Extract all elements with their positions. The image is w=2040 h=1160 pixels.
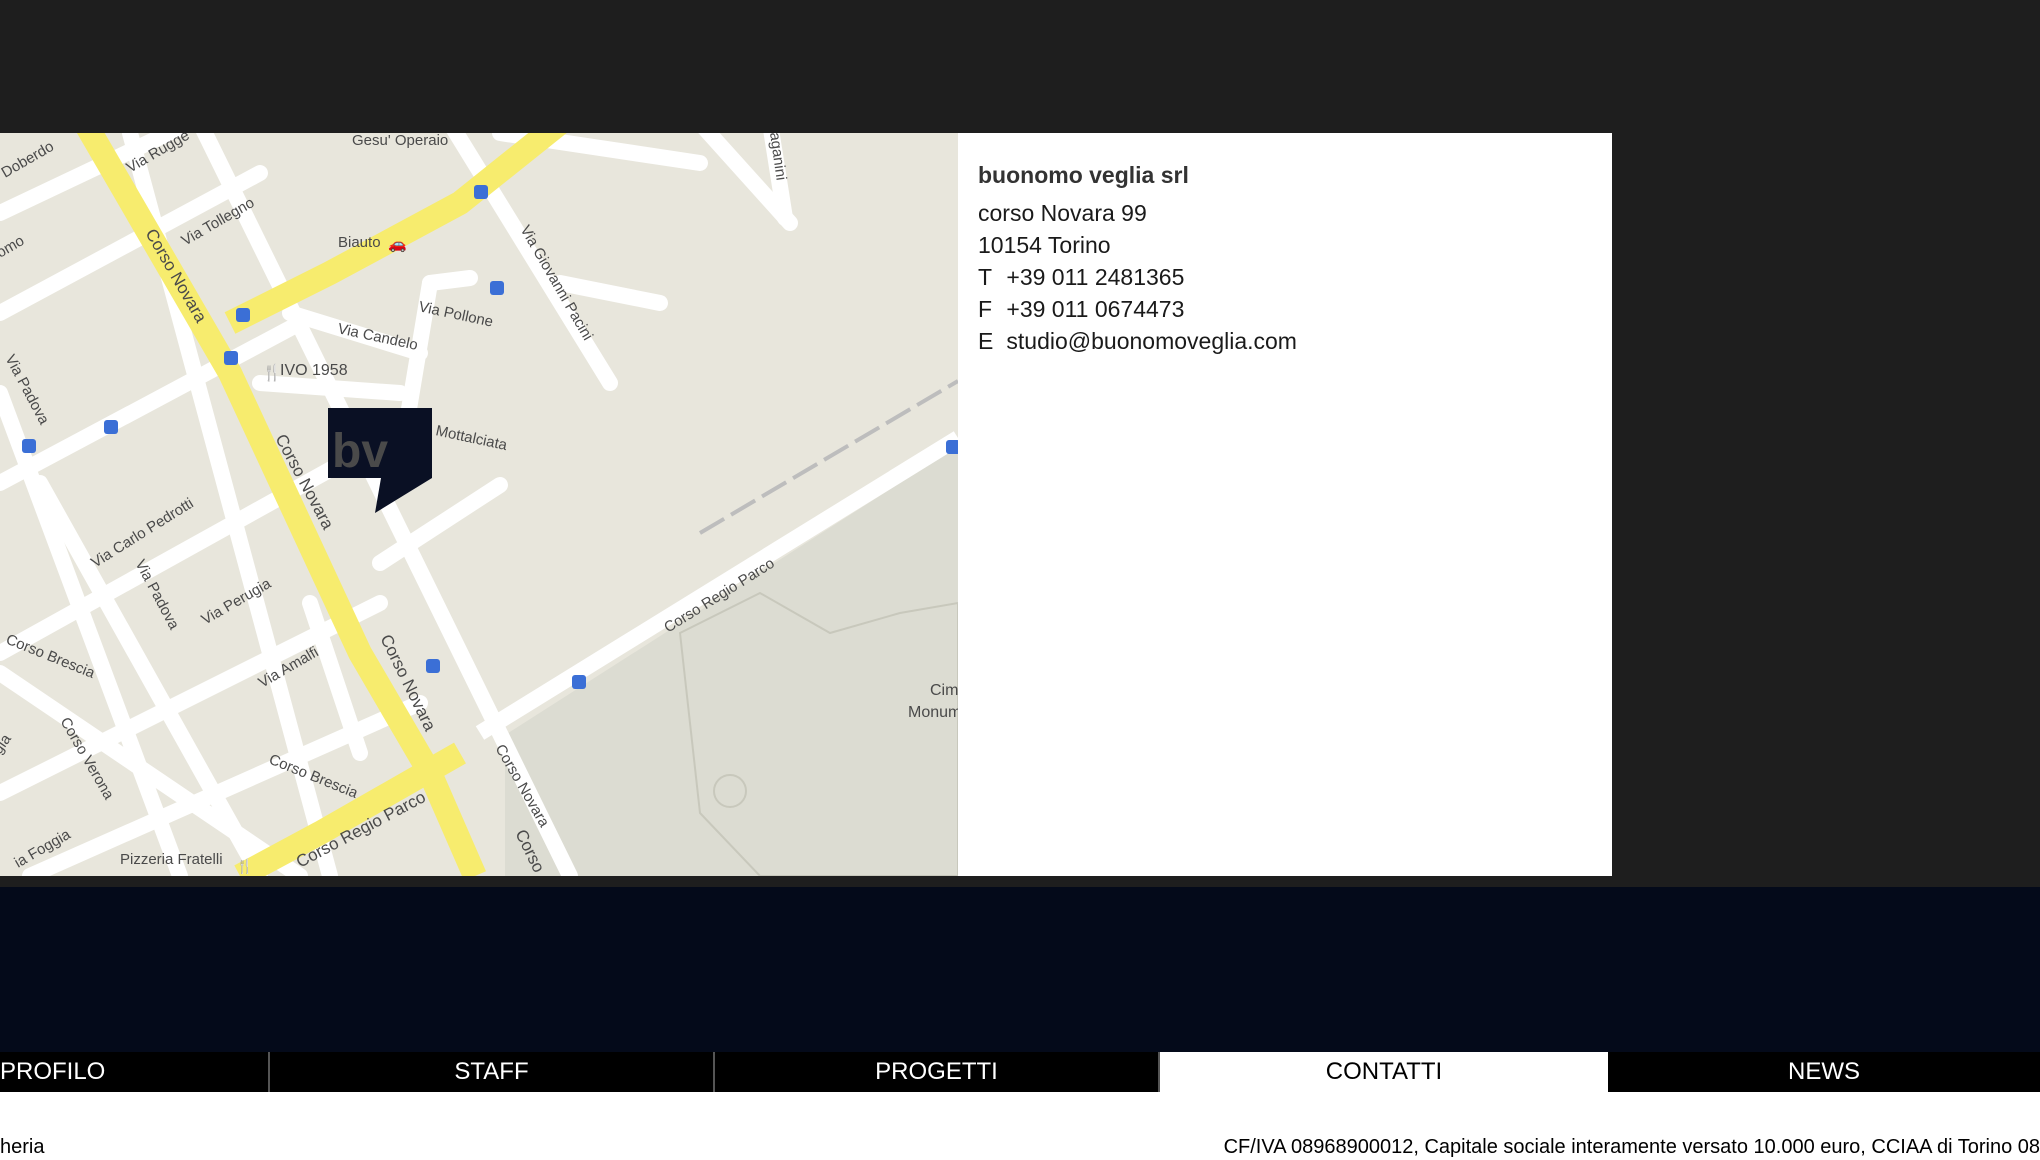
fax-row: F +39 011 0674473 (978, 293, 1297, 325)
restaurant-icon: 🍴 (262, 363, 282, 382)
nav-label: PROGETTI (875, 1058, 998, 1085)
footer: heria CF/IVA 08968900012, Capitale socia… (0, 1092, 2040, 1160)
bus-stop-icon (474, 185, 488, 199)
bus-stop-icon (946, 440, 958, 454)
bus-stop-icon (236, 308, 250, 322)
nav-label: NEWS (1788, 1058, 1860, 1085)
marker-logo-text: bv (332, 425, 388, 478)
phone-number[interactable]: +39 011 2481365 (1006, 264, 1184, 290)
navy-band (0, 887, 2040, 1052)
phone-row: T +39 011 2481365 (978, 261, 1297, 293)
restaurant-icon: 🍴 (236, 858, 253, 875)
label-cimitero: Cim (930, 682, 958, 699)
label-biauto: Biauto (338, 234, 381, 251)
bus-stop-icon (490, 281, 504, 295)
label-ivo-1958: IVO 1958 (280, 362, 348, 379)
email-row: E studio@buonomoveglia.com (978, 325, 1297, 357)
bus-stop-icon (426, 659, 440, 673)
phone-label: T (978, 264, 993, 290)
footer-left-text: heria (0, 1136, 45, 1158)
email-link[interactable]: studio@buonomoveglia.com (1006, 328, 1297, 354)
company-name: buonomo veglia srl (978, 162, 1189, 188)
map-canvas[interactable]: Gesu' Operaio Via Rugge Doberdo Via Toll… (0, 133, 958, 876)
email-label: E (978, 328, 994, 354)
nav-label: CONTATTI (1325, 1058, 1443, 1085)
bus-stop-icon (224, 351, 238, 365)
fax-label: F (978, 296, 993, 322)
main-nav: PROFILO STAFF PROGETTI CONTATTI NEWS (0, 1052, 2040, 1092)
label-gesu-operaio: Gesu' Operaio (352, 133, 448, 149)
bus-stop-icon (22, 439, 36, 453)
city-line: 10154 Torino (978, 232, 1111, 258)
nav-item-news[interactable]: NEWS (1608, 1052, 2040, 1092)
location-map[interactable]: Gesu' Operaio Via Rugge Doberdo Via Toll… (0, 133, 958, 876)
nav-item-contatti[interactable]: CONTATTI (1160, 1052, 1608, 1092)
nav-item-staff[interactable]: STAFF (270, 1052, 715, 1092)
car-icon: 🚗 (388, 236, 407, 253)
nav-item-profilo[interactable]: PROFILO (0, 1052, 270, 1092)
bus-stop-icon (572, 675, 586, 689)
label-pizzeria-fratelli: Pizzeria Fratelli (120, 851, 223, 868)
nav-label: STAFF (454, 1058, 529, 1085)
contact-card: buonomo veglia srl corso Novara 99 10154… (958, 133, 1612, 876)
address-line: corso Novara 99 (978, 200, 1147, 226)
nav-label: PROFILO (0, 1058, 106, 1085)
label-monumentale: Monum (908, 704, 958, 721)
bus-stop-icon (104, 420, 118, 434)
footer-legal-text: CF/IVA 08968900012, Capitale sociale int… (1223, 1136, 2040, 1158)
nav-item-progetti[interactable]: PROGETTI (715, 1052, 1160, 1092)
fax-number: +39 011 0674473 (1006, 296, 1185, 322)
